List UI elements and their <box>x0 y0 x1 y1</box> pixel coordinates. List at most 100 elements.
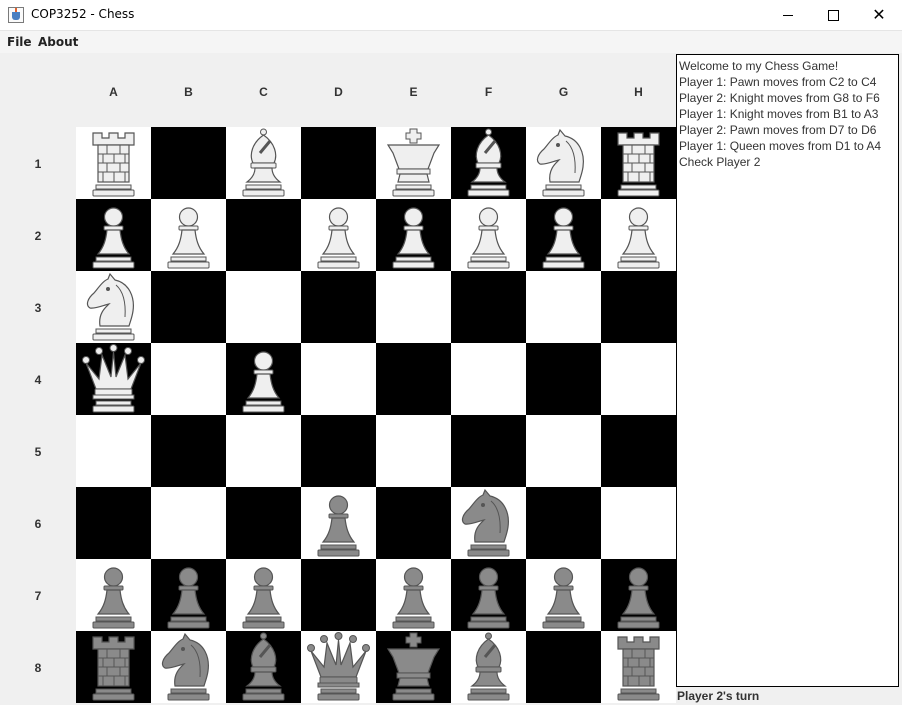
square-e5[interactable] <box>376 415 451 487</box>
square-b2[interactable] <box>151 199 226 271</box>
player2-pawn-icon[interactable] <box>76 559 151 631</box>
square-b4[interactable] <box>151 343 226 415</box>
square-g2[interactable] <box>526 199 601 271</box>
square-f2[interactable] <box>451 199 526 271</box>
square-h5[interactable] <box>601 415 676 487</box>
player2-rook-icon[interactable] <box>601 631 676 703</box>
minimize-button[interactable] <box>765 0 811 30</box>
player2-pawn-icon[interactable] <box>601 559 676 631</box>
square-a6[interactable] <box>76 487 151 559</box>
square-d6[interactable] <box>301 487 376 559</box>
player2-pawn-icon[interactable] <box>226 559 301 631</box>
square-e1[interactable] <box>376 127 451 199</box>
square-b3[interactable] <box>151 271 226 343</box>
square-a3[interactable] <box>76 271 151 343</box>
square-c6[interactable] <box>226 487 301 559</box>
square-a5[interactable] <box>76 415 151 487</box>
square-g3[interactable] <box>526 271 601 343</box>
player2-king-icon[interactable] <box>376 631 451 703</box>
square-h4[interactable] <box>601 343 676 415</box>
square-e3[interactable] <box>376 271 451 343</box>
player1-pawn-icon[interactable] <box>301 199 376 271</box>
square-f1[interactable] <box>451 127 526 199</box>
player2-pawn-icon[interactable] <box>151 559 226 631</box>
player1-queen-icon[interactable] <box>76 343 151 415</box>
menu-about[interactable]: About <box>38 35 78 49</box>
square-c7[interactable] <box>226 559 301 631</box>
square-g4[interactable] <box>526 343 601 415</box>
square-d5[interactable] <box>301 415 376 487</box>
square-d4[interactable] <box>301 343 376 415</box>
player2-pawn-icon[interactable] <box>451 559 526 631</box>
square-b5[interactable] <box>151 415 226 487</box>
square-f3[interactable] <box>451 271 526 343</box>
square-c8[interactable] <box>226 631 301 703</box>
square-c1[interactable] <box>226 127 301 199</box>
player1-pawn-icon[interactable] <box>601 199 676 271</box>
square-d2[interactable] <box>301 199 376 271</box>
square-f4[interactable] <box>451 343 526 415</box>
square-g5[interactable] <box>526 415 601 487</box>
close-button[interactable]: ✕ <box>856 0 902 30</box>
player1-rook-icon[interactable] <box>76 127 151 199</box>
square-g1[interactable] <box>526 127 601 199</box>
player1-pawn-icon[interactable] <box>376 199 451 271</box>
square-f6[interactable] <box>451 487 526 559</box>
square-h6[interactable] <box>601 487 676 559</box>
square-d7[interactable] <box>301 559 376 631</box>
square-h7[interactable] <box>601 559 676 631</box>
square-b8[interactable] <box>151 631 226 703</box>
square-f5[interactable] <box>451 415 526 487</box>
player1-bishop-icon[interactable] <box>226 127 301 199</box>
player1-king-icon[interactable] <box>376 127 451 199</box>
square-g6[interactable] <box>526 487 601 559</box>
player1-pawn-icon[interactable] <box>151 199 226 271</box>
square-b6[interactable] <box>151 487 226 559</box>
square-f8[interactable] <box>451 631 526 703</box>
square-e6[interactable] <box>376 487 451 559</box>
square-f7[interactable] <box>451 559 526 631</box>
player1-knight-icon[interactable] <box>76 271 151 343</box>
square-e7[interactable] <box>376 559 451 631</box>
player2-knight-icon[interactable] <box>151 631 226 703</box>
player2-rook-icon[interactable] <box>76 631 151 703</box>
player2-bishop-icon[interactable] <box>451 631 526 703</box>
square-d3[interactable] <box>301 271 376 343</box>
player2-pawn-icon[interactable] <box>301 487 376 559</box>
player1-rook-icon[interactable] <box>601 127 676 199</box>
square-g8[interactable] <box>526 631 601 703</box>
player1-pawn-icon[interactable] <box>226 343 301 415</box>
square-a4[interactable] <box>76 343 151 415</box>
square-b1[interactable] <box>151 127 226 199</box>
player2-pawn-icon[interactable] <box>376 559 451 631</box>
square-a7[interactable] <box>76 559 151 631</box>
square-a2[interactable] <box>76 199 151 271</box>
square-e8[interactable] <box>376 631 451 703</box>
square-c2[interactable] <box>226 199 301 271</box>
square-h3[interactable] <box>601 271 676 343</box>
player2-pawn-icon[interactable] <box>526 559 601 631</box>
player2-queen-icon[interactable] <box>301 631 376 703</box>
player1-knight-icon[interactable] <box>526 127 601 199</box>
maximize-button[interactable] <box>810 0 856 30</box>
square-a8[interactable] <box>76 631 151 703</box>
square-h8[interactable] <box>601 631 676 703</box>
square-a1[interactable] <box>76 127 151 199</box>
square-h2[interactable] <box>601 199 676 271</box>
square-e4[interactable] <box>376 343 451 415</box>
square-e2[interactable] <box>376 199 451 271</box>
player1-pawn-icon[interactable] <box>526 199 601 271</box>
player2-bishop-icon[interactable] <box>226 631 301 703</box>
player1-pawn-icon[interactable] <box>451 199 526 271</box>
square-d1[interactable] <box>301 127 376 199</box>
player1-bishop-icon[interactable] <box>451 127 526 199</box>
square-h1[interactable] <box>601 127 676 199</box>
square-c5[interactable] <box>226 415 301 487</box>
square-c3[interactable] <box>226 271 301 343</box>
square-d8[interactable] <box>301 631 376 703</box>
menu-file[interactable]: File <box>7 35 32 49</box>
square-c4[interactable] <box>226 343 301 415</box>
player2-knight-icon[interactable] <box>451 487 526 559</box>
square-g7[interactable] <box>526 559 601 631</box>
player1-pawn-icon[interactable] <box>76 199 151 271</box>
